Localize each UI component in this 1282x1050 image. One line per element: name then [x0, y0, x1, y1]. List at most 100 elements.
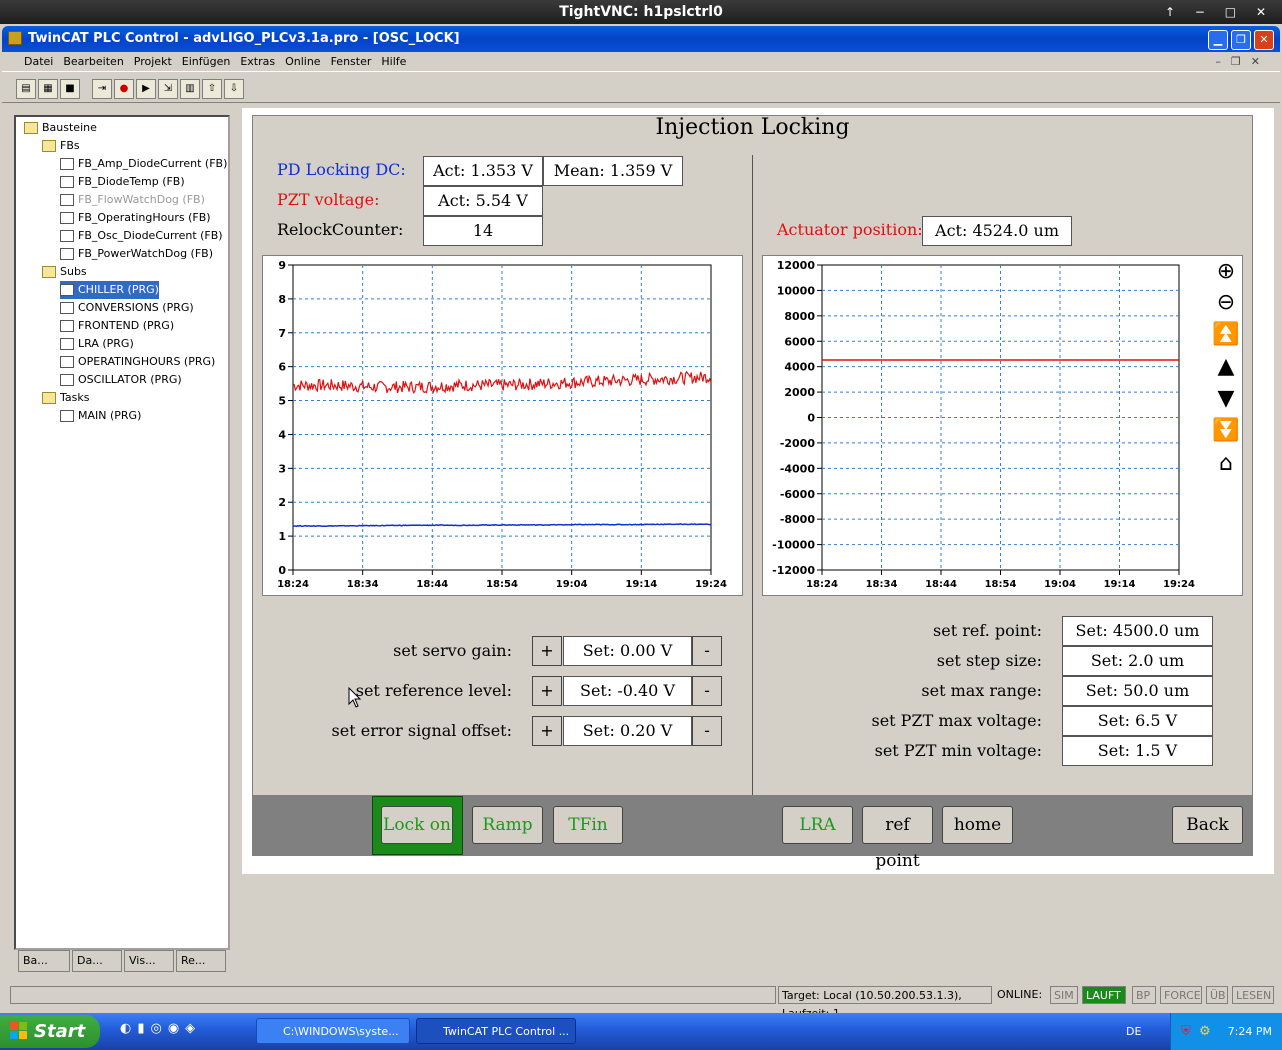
setpoint-input[interactable]: Set: 4500.0 um: [1062, 616, 1213, 646]
tree-folder[interactable]: FBs: [42, 137, 80, 155]
zoom-in-icon[interactable]: ⊕: [1210, 257, 1242, 287]
tree-item[interactable]: OPERATINGHOURS (PRG): [60, 353, 215, 371]
tree-item[interactable]: FRONTEND (PRG): [60, 317, 174, 335]
document-icon: [60, 356, 74, 368]
menu-bearbeiten[interactable]: Bearbeiten: [58, 52, 128, 72]
c1-y-tick-label: 0: [278, 564, 286, 577]
force-values-icon[interactable]: ⇩: [224, 79, 244, 99]
status-target: Target: Local (10.50.200.53.1.3), Laufze…: [778, 986, 992, 1020]
left-control-label: set reference level:: [355, 681, 512, 700]
vnc-title-bar: TightVNC: h1pslctrl0: [0, 0, 1282, 24]
pzt-act-display: Act: 5.54 V: [423, 186, 543, 216]
menu-extras[interactable]: Extras: [235, 52, 280, 72]
tree-item[interactable]: CHILLER (PRG): [60, 281, 159, 299]
tree-folder[interactable]: Bausteine: [24, 119, 97, 137]
menu-online[interactable]: Online: [280, 52, 325, 72]
step-down-icon[interactable]: ▼: [1210, 384, 1242, 414]
tree-item-label: Tasks: [60, 391, 90, 404]
right-control-label: set PZT min voltage:: [874, 741, 1042, 760]
status-lauft: LAUFT: [1082, 986, 1126, 1004]
home-button[interactable]: home: [942, 806, 1013, 844]
vnc-window-controls[interactable]: ↑ − □ ✕: [1165, 0, 1274, 24]
step-icon[interactable]: ⇲: [158, 79, 178, 99]
stop-icon[interactable]: ●: [114, 79, 134, 99]
setpoint-input[interactable]: Set: -0.40 V: [563, 676, 692, 706]
tree-item-label: FB_PowerWatchDog (FB): [78, 247, 214, 260]
tree-item[interactable]: FB_FlowWatchDog (FB): [60, 191, 205, 209]
decrement-button[interactable]: -: [692, 636, 722, 666]
tree-item[interactable]: CONVERSIONS (PRG): [60, 299, 194, 317]
ref-point-button[interactable]: ref point: [862, 806, 933, 871]
lock-on-button[interactable]: Lock on: [381, 806, 453, 844]
home-icon[interactable]: ⌂: [1210, 449, 1242, 479]
tree-item[interactable]: FB_DiodeTemp (FB): [60, 173, 185, 191]
quick-launch-icons[interactable]: ◐▮◎◉◈: [120, 1021, 230, 1041]
menu-fenster[interactable]: Fenster: [326, 52, 377, 72]
save-icon[interactable]: ■: [60, 79, 80, 99]
tab-bausteine[interactable]: Ba...: [18, 950, 70, 972]
setpoint-input[interactable]: Set: 50.0 um: [1062, 676, 1213, 706]
back-button[interactable]: Back: [1172, 806, 1243, 844]
tab-visualisierungen[interactable]: Vis...: [124, 950, 174, 972]
setpoint-input[interactable]: Set: 6.5 V: [1062, 706, 1213, 736]
ramp-button[interactable]: Ramp: [472, 806, 543, 844]
open-folder-icon[interactable]: ▦: [38, 79, 58, 99]
tree-item[interactable]: OSCILLATOR (PRG): [60, 371, 182, 389]
menu-projekt[interactable]: Projekt: [129, 52, 177, 72]
task-cmd-window[interactable]: C:\WINDOWS\syste...: [256, 1018, 410, 1044]
close-button[interactable]: ✕: [1254, 30, 1274, 50]
menu-einfuegen[interactable]: Einfügen: [177, 52, 236, 72]
tree-item[interactable]: FB_OperatingHours (FB): [60, 209, 211, 227]
run-icon[interactable]: ▶: [136, 79, 156, 99]
c1-y-tick-label: 9: [278, 259, 286, 272]
lra-button[interactable]: LRA: [782, 806, 853, 844]
tree-item[interactable]: LRA (PRG): [60, 335, 134, 353]
restore-button[interactable]: ❐: [1231, 30, 1251, 50]
minimize-button[interactable]: ▁: [1208, 30, 1228, 50]
status-online: ONLINE:: [997, 988, 1043, 1001]
c2-y-tick-label: -4000: [780, 462, 816, 475]
c1-x-tick-label: 19:14: [625, 579, 657, 590]
tfin-button[interactable]: TFin: [553, 806, 623, 844]
c2-x-tick-label: 18:34: [866, 579, 898, 590]
setpoint-input[interactable]: Set: 1.5 V: [1062, 736, 1213, 766]
tree-folder[interactable]: Subs: [42, 263, 87, 281]
tree-item[interactable]: FB_PowerWatchDog (FB): [60, 245, 213, 263]
page-down-icon[interactable]: ⏬: [1210, 416, 1242, 446]
setpoint-input[interactable]: Set: 0.20 V: [563, 716, 692, 746]
status-ub: ÜB: [1206, 986, 1228, 1004]
menu-hilfe[interactable]: Hilfe: [376, 52, 411, 72]
c1-y-tick-label: 6: [278, 361, 286, 374]
page-up-icon[interactable]: ⏫: [1210, 320, 1242, 350]
tree-item-label: FRONTEND (PRG): [78, 319, 175, 332]
login-icon[interactable]: ⇥: [92, 79, 112, 99]
tab-ressourcen[interactable]: Re...: [176, 950, 226, 972]
tree-item[interactable]: FB_Amp_DiodeCurrent (FB): [60, 155, 227, 173]
setpoint-input[interactable]: Set: 0.00 V: [563, 636, 692, 666]
increment-button[interactable]: +: [532, 716, 562, 746]
menu-datei[interactable]: Datei: [2, 52, 58, 72]
actuator-position-label: Actuator position:: [777, 220, 923, 239]
tree-item[interactable]: MAIN (PRG): [60, 407, 141, 425]
status-force: FORCE: [1160, 986, 1202, 1004]
increment-button[interactable]: +: [532, 676, 562, 706]
object-tree: Bausteine FBs FB_Amp_DiodeCurrent (FB) FB_D…: [14, 115, 230, 950]
tree-item[interactable]: FB_Osc_DiodeCurrent (FB): [60, 227, 223, 245]
task-twincat-window[interactable]: TwinCAT PLC Control ...: [416, 1018, 576, 1044]
mdi-window-controls[interactable]: –❐✕: [1215, 52, 1270, 72]
step-up-icon[interactable]: ▲: [1210, 352, 1242, 382]
new-file-icon[interactable]: ▤: [16, 79, 36, 99]
increment-button[interactable]: +: [532, 636, 562, 666]
language-indicator[interactable]: DE: [1126, 1013, 1156, 1050]
tree-folder[interactable]: Tasks: [42, 389, 89, 407]
tree-item-label: CONVERSIONS (PRG): [78, 301, 194, 314]
twincat-tray-icon[interactable]: ⚙: [1199, 1013, 1211, 1050]
setpoint-input[interactable]: Set: 2.0 um: [1062, 646, 1213, 676]
zoom-out-icon[interactable]: ⊖: [1210, 288, 1242, 318]
breakpoint-icon[interactable]: ▥: [180, 79, 200, 99]
security-icon[interactable]: ⛨: [1181, 1013, 1191, 1050]
tab-datentypen[interactable]: Da...: [72, 950, 122, 972]
decrement-button[interactable]: -: [692, 676, 722, 706]
write-values-icon[interactable]: ⇧: [202, 79, 222, 99]
decrement-button[interactable]: -: [692, 716, 722, 746]
